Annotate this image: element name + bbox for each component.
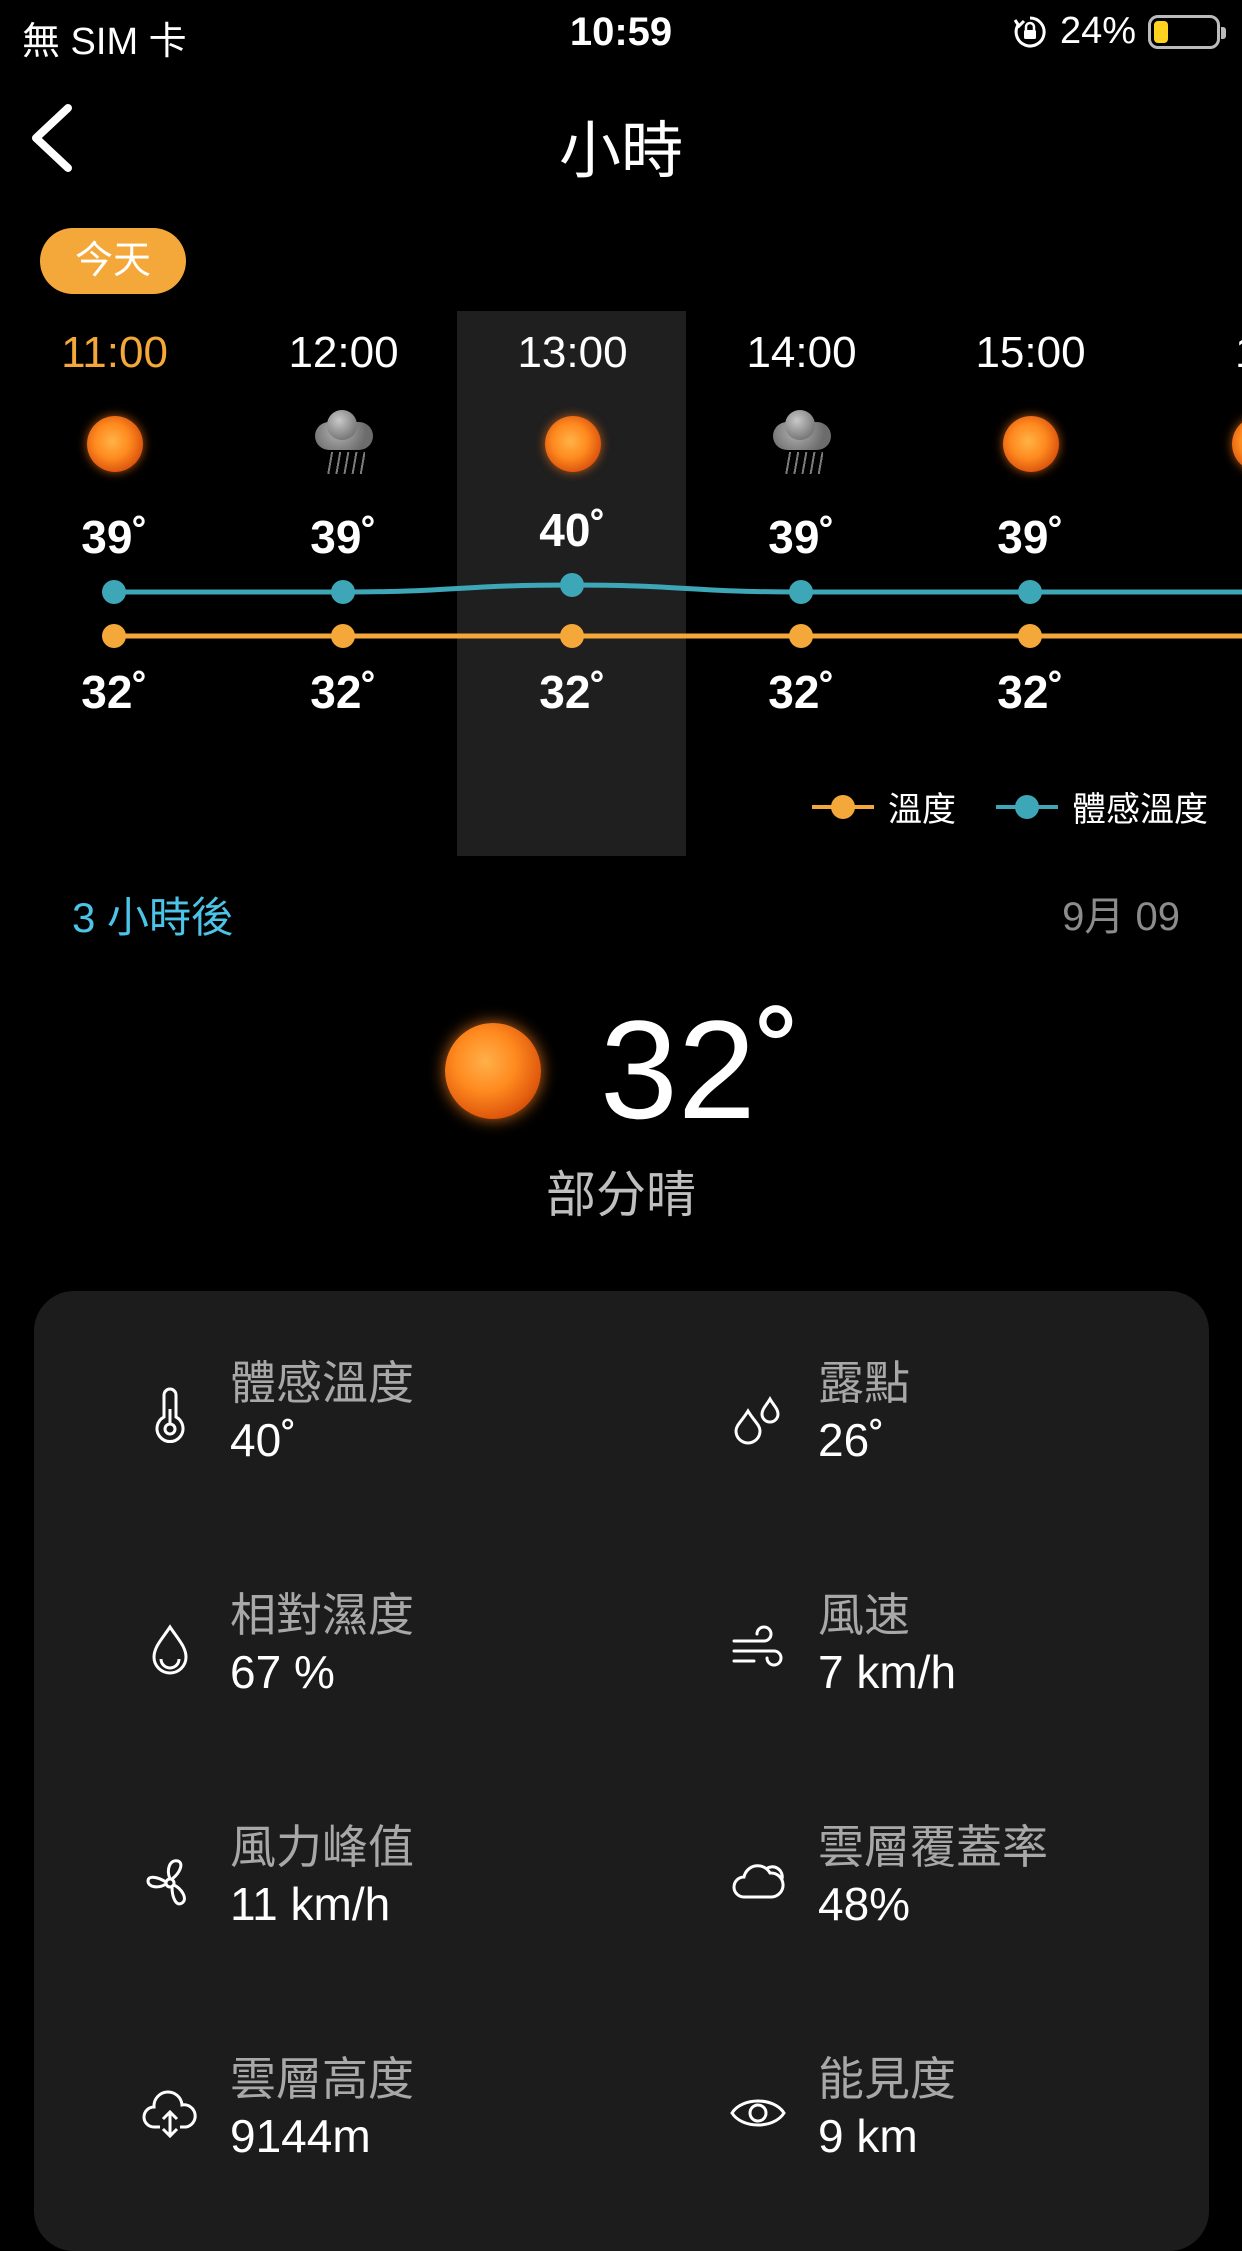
feels-like-point (102, 580, 126, 604)
battery-icon (1148, 14, 1226, 49)
feels-like-value: 39˚ (768, 511, 835, 563)
detail-label: 風力峰值 (230, 1821, 414, 1873)
hour-time-label: 16 (1145, 328, 1242, 378)
detail-label: 雲層覆蓋率 (818, 1821, 1048, 1873)
weather-condition: 部分晴 (546, 1167, 696, 1223)
sun-icon (0, 412, 229, 476)
wind-icon (732, 1625, 783, 1667)
temperature-point (789, 624, 813, 648)
detail-label: 露點 (818, 1357, 910, 1409)
hour-time-label: 11:00 (61, 328, 168, 377)
thermometer-icon (155, 1387, 185, 1444)
detail-value: 48% (818, 1878, 911, 1930)
legend-feels-like-swatch (996, 794, 1058, 819)
detail-value: 40˚ (230, 1414, 297, 1466)
cloud-upload-icon (142, 2090, 197, 2139)
feels-like-value: 39˚ (310, 511, 377, 563)
thunderstorm-icon (229, 410, 458, 476)
legend-temp: 溫度 (812, 782, 956, 831)
feels-like-value: 39˚ (81, 511, 148, 563)
detail-label: 能見度 (818, 2053, 956, 2105)
detail-wind-gust: 風力峰值 11 km/h (140, 1811, 700, 1951)
temperature-point (331, 624, 355, 648)
detail-cloud-height: 雲層高度 9144m (140, 2043, 700, 2183)
today-tab[interactable]: 今天 (40, 228, 186, 294)
detail-label: 風速 (818, 1589, 910, 1641)
detail-dew-point: 露點 26˚ (728, 1347, 1242, 1487)
hours-later-label: 3 小時後 (72, 894, 234, 941)
details-card: 體感溫度 40˚ 露點 26˚ 相對濕度 67 % 風速 7 km/h 風力峰值… (34, 1291, 1209, 2251)
battery-fill (1154, 20, 1169, 43)
status-right: 24% (1012, 10, 1226, 53)
feels-like-point (789, 580, 813, 604)
detail-label: 相對濕度 (230, 1589, 414, 1641)
feels-like-value: 39˚ (997, 511, 1064, 563)
detail-value: 7 km/h (818, 1646, 957, 1698)
detail-cloud-cover: 雲層覆蓋率 48% (728, 1811, 1242, 1951)
humidity-drop-icon (152, 1624, 188, 1675)
feels-like-point (331, 580, 355, 604)
fan-icon (146, 1859, 186, 1906)
hour-time-label: 13:00 (517, 328, 628, 377)
detail-value: 9 km (818, 2110, 918, 2162)
detail-value: 67 % (230, 1646, 335, 1698)
feels-like-value: 3 (1145, 510, 1242, 564)
detail-label: 雲層高度 (230, 2053, 414, 2105)
detail-feels-like: 體感溫度 40˚ (140, 1347, 700, 1487)
legend-feels-like: 體感溫度 (996, 782, 1208, 831)
temperature-value: 32˚ (539, 666, 606, 718)
temperature-point (102, 624, 126, 648)
orientation-lock-icon (1013, 15, 1046, 47)
dew-point-icon (734, 1395, 780, 1445)
temperature-value: 32˚ (81, 666, 148, 718)
sun-icon (445, 1023, 541, 1119)
page-title: 小時 (558, 117, 683, 186)
detail-label: 體感溫度 (230, 1357, 414, 1409)
hour-time-label: 15:00 (975, 328, 1086, 377)
sun-icon (1145, 412, 1242, 476)
feels-like-point (1018, 580, 1042, 604)
eye-icon (730, 2099, 786, 2127)
detail-wind-speed: 風速 7 km/h (728, 1579, 1242, 1719)
hour-time-label: 12:00 (288, 328, 399, 377)
hour-time-label: 14:00 (746, 328, 857, 377)
current-temperature: 32˚ (600, 991, 803, 1148)
detail-value: 26˚ (818, 1414, 885, 1466)
temperature-value: 32˚ (768, 666, 835, 718)
temperature-point (560, 624, 584, 648)
temperature-chart (102, 573, 1242, 648)
temperature-value: 32˚ (310, 666, 377, 718)
thunderstorm-icon (687, 410, 916, 476)
sun-icon (458, 412, 687, 476)
detail-value: 11 km/h (230, 1878, 391, 1930)
legend-temp-label: 溫度 (888, 791, 956, 829)
battery-percent: 24% (1059, 10, 1136, 52)
temperature-value: 32˚ (997, 666, 1064, 718)
feels-like-line (113, 582, 1242, 595)
temperature-point (1018, 624, 1042, 648)
detail-value: 9144m (230, 2110, 371, 2162)
detail-visibility: 能見度 9 km (728, 2043, 1242, 2183)
feels-like-value: 40˚ (539, 504, 606, 556)
feels-like-point (560, 573, 584, 597)
forecast-date: 9月 09 (1062, 895, 1180, 939)
temperature-value: 3 (1145, 665, 1242, 719)
detail-humidity: 相對濕度 67 % (140, 1579, 700, 1719)
legend-temp-swatch (812, 794, 874, 819)
chart-legend: 溫度 體感溫度 (812, 782, 1208, 831)
legend-feels-like-label: 體感溫度 (1072, 791, 1208, 829)
sun-icon (916, 412, 1145, 476)
cloud-icon (732, 1864, 785, 1899)
